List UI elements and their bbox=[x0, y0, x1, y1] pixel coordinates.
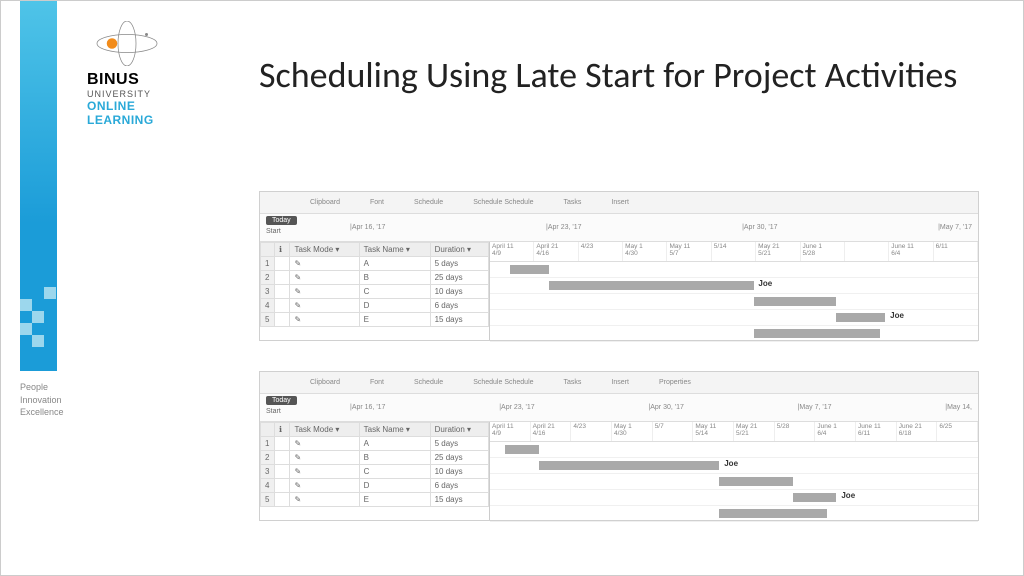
ribbon-schedule2: Schedule Schedule bbox=[473, 379, 533, 386]
gantt-row bbox=[490, 326, 978, 342]
logo-line-1: BINUS bbox=[87, 71, 227, 89]
ribbon-tasks: Tasks bbox=[564, 379, 582, 386]
gantt-bar[interactable] bbox=[719, 509, 826, 518]
today-tag: Today bbox=[266, 216, 297, 225]
table-row[interactable]: 5✎E15 days bbox=[261, 313, 489, 327]
resource-label: Joe bbox=[841, 491, 855, 500]
ribbon-properties: Properties bbox=[659, 379, 691, 386]
gantt-row: Joe bbox=[490, 278, 978, 294]
ribbon-schedule: Schedule bbox=[414, 199, 443, 206]
ribbon-font: Font bbox=[370, 199, 384, 206]
gantt-row bbox=[490, 294, 978, 310]
gantt-bar[interactable] bbox=[793, 493, 837, 502]
tagline-excellence: Excellence bbox=[20, 406, 64, 419]
gantt-bar[interactable] bbox=[510, 265, 549, 274]
timeline-row-2: Today Start Add tas |Apr 16, '17 |Apr 23… bbox=[260, 394, 978, 422]
resource-label: Joe bbox=[758, 279, 772, 288]
gantt-bar[interactable] bbox=[719, 477, 792, 486]
tagline: People Innovation Excellence bbox=[20, 381, 64, 419]
ribbon-insert: Insert bbox=[611, 379, 629, 386]
gantt-bar[interactable] bbox=[549, 281, 754, 290]
task-table-2: ℹ Task Mode ▾ Task Name ▾ Duration ▾ 1✎A… bbox=[260, 422, 490, 520]
timeline-ticks-2: |Apr 16, '17 |Apr 23, '17 |Apr 30, '17 |… bbox=[350, 404, 972, 416]
gantt-row bbox=[490, 474, 978, 490]
table-row[interactable]: 3✎C10 days bbox=[261, 465, 489, 479]
gantt-row bbox=[490, 506, 978, 522]
gantt-bar[interactable] bbox=[754, 329, 881, 338]
col-mode[interactable]: Task Mode ▾ bbox=[290, 243, 359, 257]
logo-block: BINUS UNIVERSITY ONLINE LEARNING bbox=[87, 21, 227, 127]
ribbon-clipboard: Clipboard bbox=[310, 379, 340, 386]
col-duration[interactable]: Duration ▾ bbox=[430, 423, 488, 437]
ribbon-tasks: Tasks bbox=[564, 199, 582, 206]
ribbon-font: Font bbox=[370, 379, 384, 386]
table-row[interactable]: 2✎B25 days bbox=[261, 451, 489, 465]
logo-line-2: UNIVERSITY bbox=[87, 89, 227, 99]
tagline-people: People bbox=[20, 381, 64, 394]
ribbon-clipboard: Clipboard bbox=[310, 199, 340, 206]
resource-label: Joe bbox=[890, 311, 904, 320]
gantt-row: Joe bbox=[490, 490, 978, 506]
gantt-row: Joe bbox=[490, 310, 978, 326]
gantt-chart-1: April 114/9April 214/164/23May 14/30May … bbox=[490, 242, 978, 340]
msproject-screenshot-2: Clipboard Font Schedule Schedule Schedul… bbox=[259, 371, 979, 521]
ribbon-2: Clipboard Font Schedule Schedule Schedul… bbox=[260, 372, 978, 394]
gantt-row: Joe bbox=[490, 458, 978, 474]
today-tag: Today bbox=[266, 396, 297, 405]
table-row[interactable]: 2✎B25 days bbox=[261, 271, 489, 285]
col-info[interactable]: ℹ bbox=[275, 423, 290, 437]
table-row[interactable]: 4✎D6 days bbox=[261, 299, 489, 313]
gantt-bar[interactable] bbox=[754, 297, 837, 306]
logo-line-3: ONLINE bbox=[87, 99, 227, 113]
table-row[interactable]: 1✎A5 days bbox=[261, 257, 489, 271]
ribbon-insert: Insert bbox=[611, 199, 629, 206]
table-row[interactable]: 3✎C10 days bbox=[261, 285, 489, 299]
timeline-row-1: Today Start |Apr 16, '17 |Apr 23, '17 |A… bbox=[260, 214, 978, 242]
col-info[interactable]: ℹ bbox=[275, 243, 290, 257]
gantt-row bbox=[490, 262, 978, 278]
gantt-bar[interactable] bbox=[539, 461, 720, 470]
task-table-1: ℹ Task Mode ▾ Task Name ▾ Duration ▾ 1✎A… bbox=[260, 242, 490, 340]
logo-line-4: LEARNING bbox=[87, 113, 227, 127]
col-name[interactable]: Task Name ▾ bbox=[359, 423, 430, 437]
table-row[interactable]: 4✎D6 days bbox=[261, 479, 489, 493]
ribbon-schedule2: Schedule Schedule bbox=[473, 199, 533, 206]
timeline-ticks-1: |Apr 16, '17 |Apr 23, '17 |Apr 30, '17 |… bbox=[350, 224, 972, 236]
gantt-bar[interactable] bbox=[836, 313, 885, 322]
resource-label: Joe bbox=[724, 459, 738, 468]
gantt-chart-2: April 114/9April 214/164/23May 14/305/7M… bbox=[490, 422, 978, 520]
slide-title: Scheduling Using Late Start for Project … bbox=[259, 53, 957, 98]
table-row[interactable]: 5✎E15 days bbox=[261, 493, 489, 507]
table-row[interactable]: 1✎A5 days bbox=[261, 437, 489, 451]
col-mode[interactable]: Task Mode ▾ bbox=[290, 423, 359, 437]
gantt-bar[interactable] bbox=[505, 445, 539, 454]
binus-orbit-icon bbox=[87, 21, 167, 66]
gantt-row bbox=[490, 442, 978, 458]
tagline-innovation: Innovation bbox=[20, 394, 64, 407]
ribbon-schedule: Schedule bbox=[414, 379, 443, 386]
start-label: Start bbox=[266, 408, 281, 415]
brand-stripe bbox=[20, 1, 57, 371]
start-label: Start bbox=[266, 228, 281, 235]
col-name[interactable]: Task Name ▾ bbox=[359, 243, 430, 257]
msproject-screenshot-1: Clipboard Font Schedule Schedule Schedul… bbox=[259, 191, 979, 341]
col-duration[interactable]: Duration ▾ bbox=[430, 243, 488, 257]
ribbon-1: Clipboard Font Schedule Schedule Schedul… bbox=[260, 192, 978, 214]
